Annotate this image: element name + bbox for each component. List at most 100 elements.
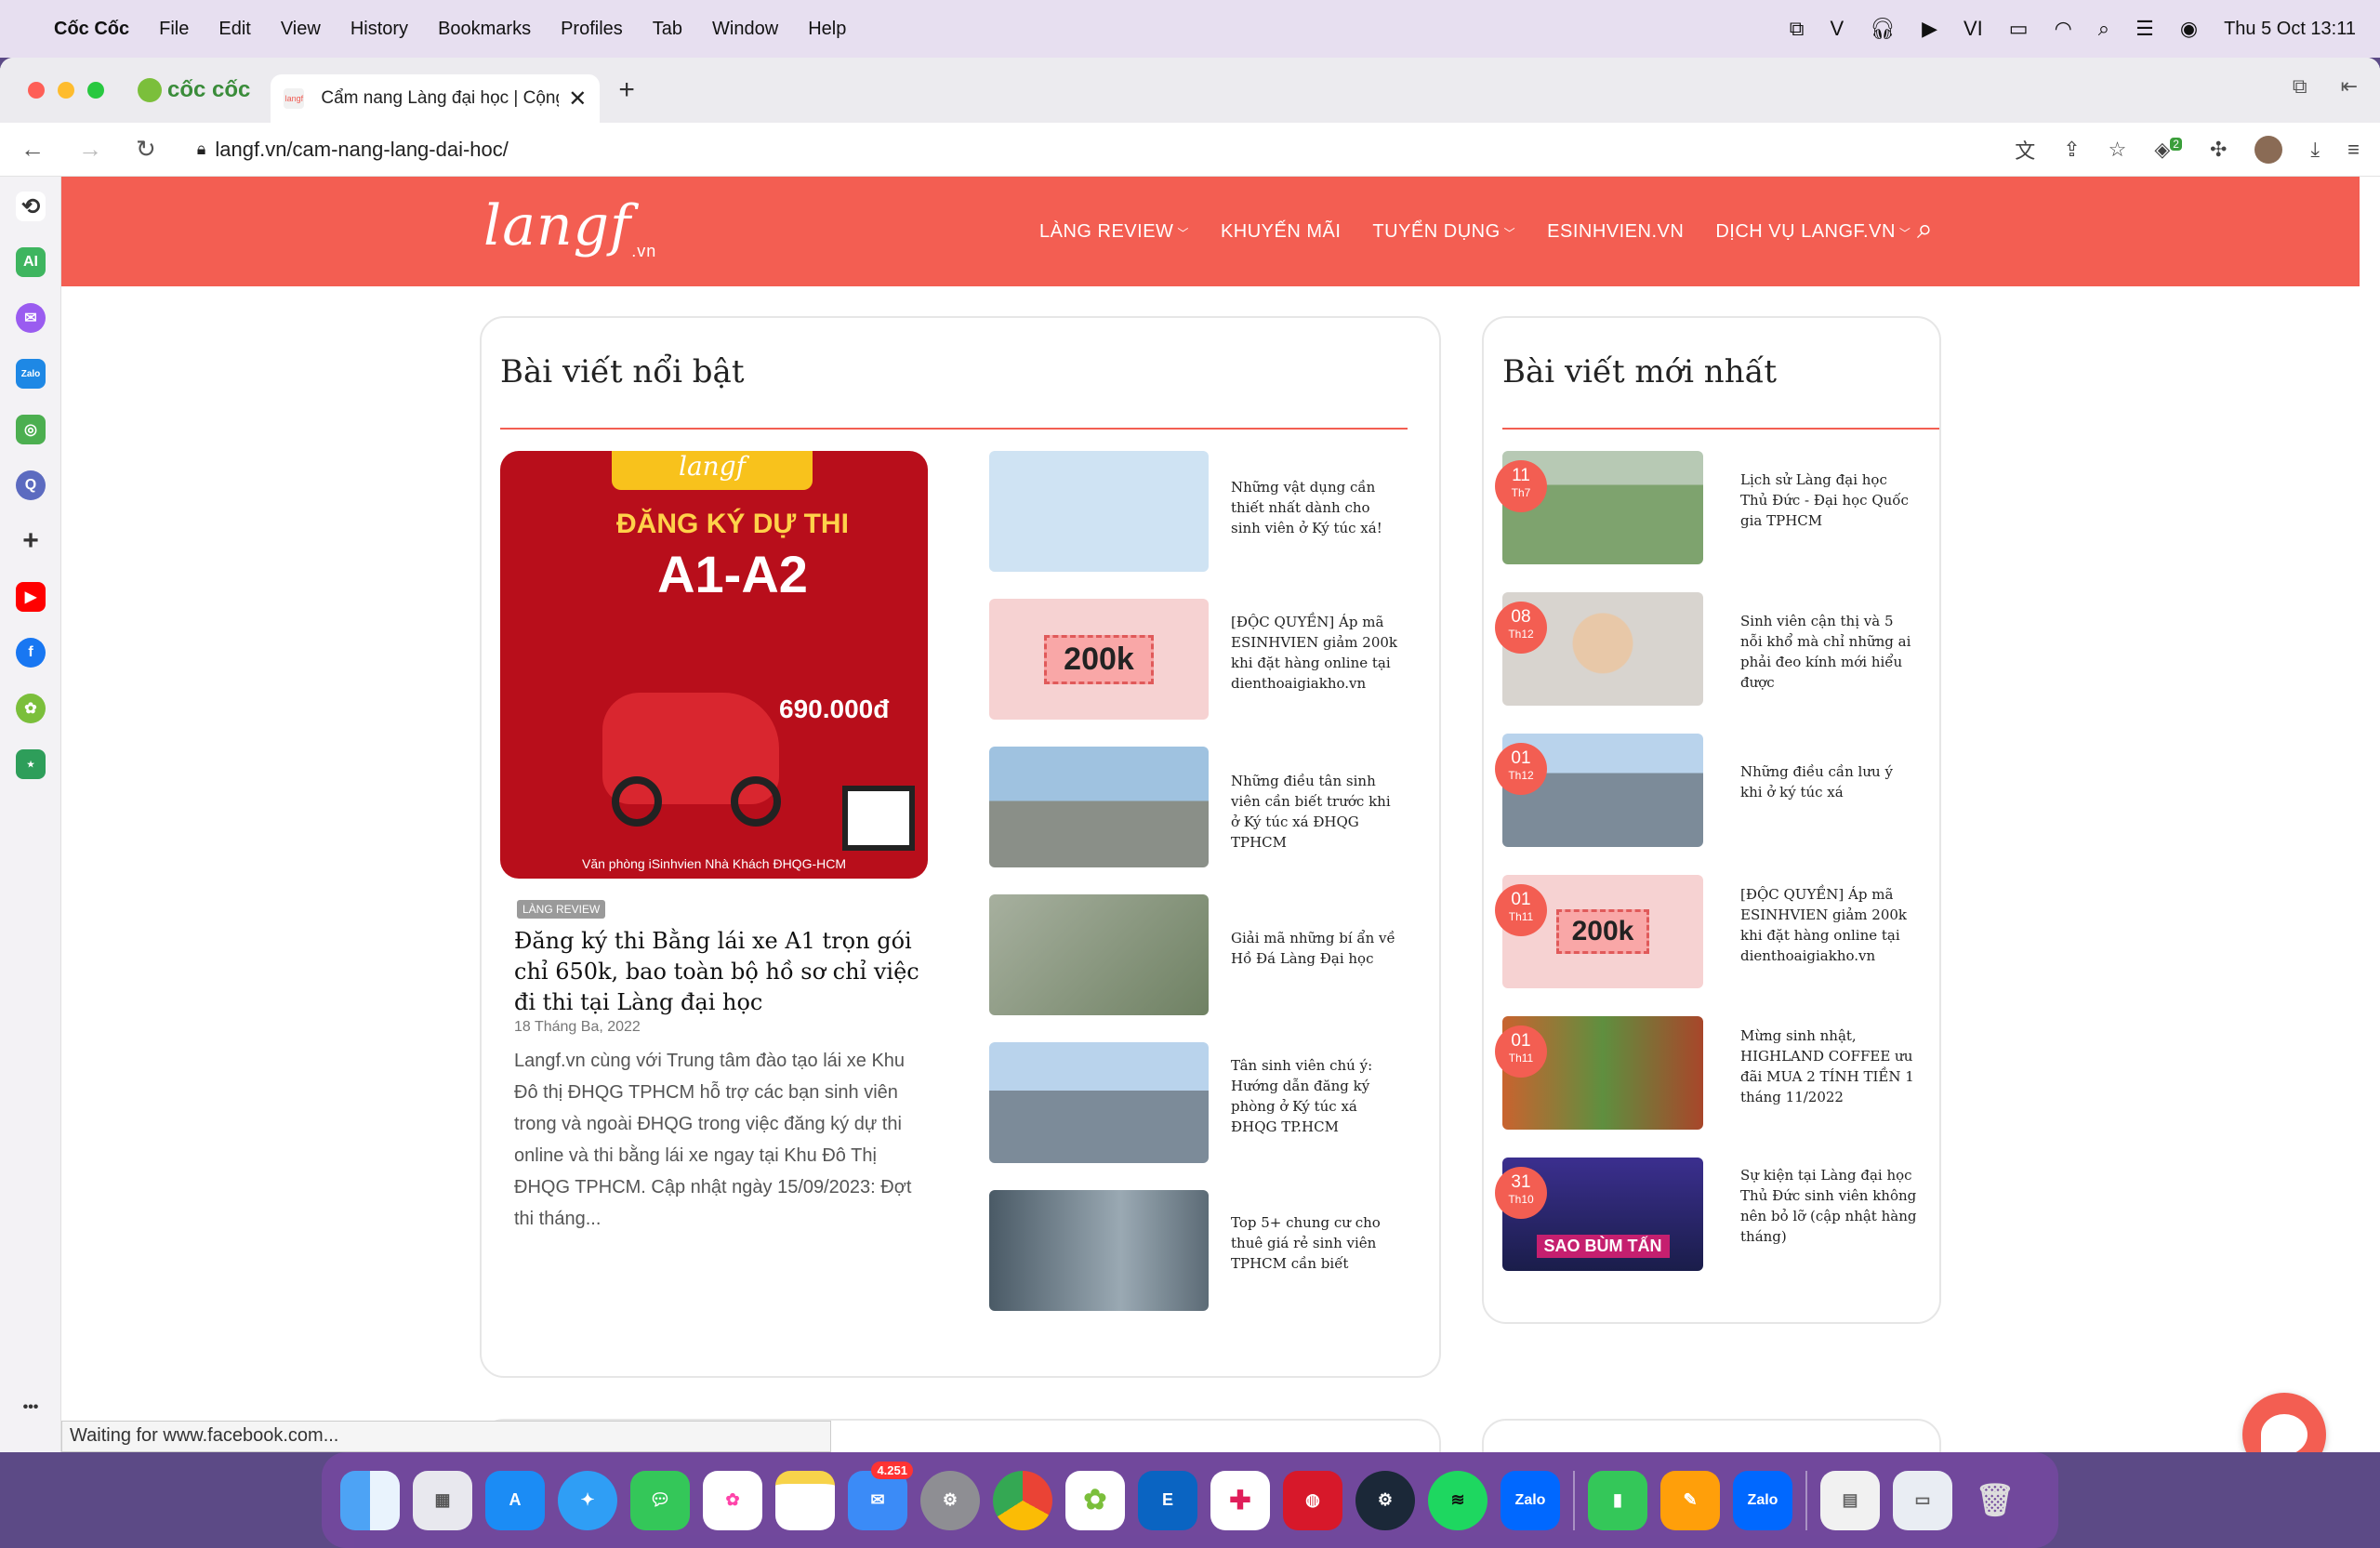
headphones-icon[interactable]: 🎧︎ — [1870, 17, 1896, 41]
latest-list-item[interactable]: 08 Th12 Sinh viên cận thị và 5 nỗi khổ mà… — [1495, 592, 1917, 706]
featured-item-title[interactable]: Những điều tân sinh viên cần biết trước … — [1231, 771, 1398, 867]
messages-icon[interactable]: 💬︎ — [630, 1470, 690, 1530]
trash-icon[interactable]: 🗑︎ — [1965, 1471, 2025, 1530]
menu-tab[interactable]: Tab — [653, 19, 682, 40]
spotlight-search-icon[interactable]: ⌕ — [2098, 17, 2109, 41]
lock-icon[interactable]: 🔒︎ — [197, 139, 206, 159]
add-sidebar-item-icon[interactable]: + — [16, 525, 46, 556]
window-stack-icon[interactable]: ▭ — [1893, 1470, 1952, 1530]
extensions-icon[interactable]: ✣ — [2210, 138, 2227, 162]
featured-item-title[interactable]: Top 5+ chung cư cho thuê giá rẻ sinh viê… — [1231, 1212, 1398, 1311]
menu-history[interactable]: History — [350, 19, 408, 40]
steam-icon[interactable]: ⚙ — [1355, 1470, 1415, 1530]
photos-icon[interactable]: ✿ — [703, 1470, 762, 1530]
app-store-icon[interactable]: A — [485, 1470, 545, 1530]
new-tab-icon[interactable]: + — [618, 74, 635, 106]
url-text[interactable]: langf.vn/cam-nang-lang-dai-hoc/ — [215, 138, 509, 162]
tab-active[interactable]: langf Cẩm nang Làng đại học | Cộng ✕ — [271, 74, 601, 123]
bookmark-star-icon[interactable]: ☆ — [2109, 138, 2127, 162]
latest-item-title[interactable]: Lịch sử Làng đại học Thủ Đức - Đại học Q… — [1740, 470, 1917, 564]
ai-assistant-icon[interactable]: AI — [16, 247, 46, 277]
nav-khuyen-mai[interactable]: KHUYẾN MÃI — [1221, 221, 1341, 243]
tab-search-icon[interactable]: ⧉ — [2293, 74, 2307, 99]
close-window-button[interactable] — [28, 82, 45, 99]
notes-icon[interactable] — [775, 1470, 835, 1530]
menu-icon[interactable]: ≡ — [2347, 138, 2360, 162]
category-tag[interactable]: LÀNG REVIEW — [517, 900, 606, 919]
menubar-clock[interactable]: Thu 5 Oct 13:11 — [2224, 19, 2356, 40]
nav-tuyen-dung[interactable]: TUYỂN DỤNG ﹀ — [1372, 221, 1515, 243]
featured-list-item[interactable]: Những điều tân sinh viên cần biết trước … — [989, 747, 1398, 867]
document-stack-icon[interactable]: ▤ — [1820, 1470, 1880, 1530]
messenger-chat-button[interactable] — [2242, 1393, 2326, 1452]
featured-post-image[interactable]: langf ĐĂNG KÝ DỰ THI A1-A2 690.000đ Văn … — [500, 451, 928, 879]
featured-list-item[interactable]: Tân sinh viên chú ý: Hướng dẫn đăng ký p… — [989, 1042, 1398, 1163]
menu-profiles[interactable]: Profiles — [561, 19, 623, 40]
menu-app-name[interactable]: Cốc Cốc — [54, 19, 129, 40]
zalo-recent-icon[interactable]: Zalo — [1733, 1470, 1792, 1530]
rewards-icon[interactable]: ★ — [16, 749, 46, 779]
address-bar[interactable]: 🔒︎ langf.vn/cam-nang-lang-dai-hoc/ — [197, 138, 509, 162]
youtube-icon[interactable]: ▶ — [16, 582, 46, 612]
featured-post-title[interactable]: Đăng ký thi Bằng lái xe A1 trọn gói chỉ … — [514, 926, 923, 1018]
menu-file[interactable]: File — [159, 19, 189, 40]
site-search-icon[interactable]: ⌕ — [1917, 214, 1933, 245]
coccoc-game-icon[interactable]: ✿ — [16, 694, 46, 723]
download-icon[interactable]: ⤓ — [2310, 138, 2320, 162]
q-app-icon[interactable]: Q — [16, 470, 46, 500]
menu-window[interactable]: Window — [712, 19, 778, 40]
featured-list-item[interactable]: Top 5+ chung cư cho thuê giá rẻ sinh viê… — [989, 1190, 1398, 1311]
finder-icon[interactable] — [340, 1470, 400, 1530]
latest-list-item[interactable]: 01 Th11 Mừng sinh nhật, HIGHLAND COFFEE ư… — [1495, 1016, 1917, 1130]
latest-item-title[interactable]: [ĐỘC QUYỀN] Áp mã ESINHVIEN giảm 200k kh… — [1740, 884, 1917, 988]
nav-dich-vu[interactable]: DỊCH VỤ LANGF.VN ﹀ — [1715, 221, 1911, 243]
nav-lang-review[interactable]: LÀNG REVIEW ﹀ — [1039, 221, 1189, 243]
control-center-icon[interactable]: ☰ — [2135, 17, 2154, 41]
messenger-icon[interactable]: ✉ — [16, 303, 46, 333]
latest-list-item[interactable]: 01 Th12 Những điều cần lưu ý khi ở ký túc… — [1495, 734, 1917, 847]
coccoc-logo[interactable]: cốc cốc — [138, 77, 250, 103]
outlook-icon[interactable]: E — [1138, 1470, 1197, 1530]
pages-icon[interactable]: ✎ — [1660, 1470, 1720, 1530]
reload-icon[interactable]: ↻ — [136, 135, 156, 164]
menu-bookmarks[interactable]: Bookmarks — [438, 19, 531, 40]
numbers-icon[interactable]: ▮ — [1588, 1470, 1647, 1530]
input-language[interactable]: VI — [1964, 17, 1983, 41]
latest-item-title[interactable]: Những điều cần lưu ý khi ở ký túc xá — [1740, 761, 1917, 847]
facebook-icon[interactable]: f — [16, 638, 46, 668]
featured-item-title[interactable]: Tân sinh viên chú ý: Hướng dẫn đăng ký p… — [1231, 1055, 1398, 1163]
more-icon[interactable]: ••• — [16, 1393, 46, 1422]
zalo-icon[interactable]: Zalo — [16, 359, 46, 389]
fingerprint-icon[interactable]: ◍ — [1283, 1470, 1342, 1530]
menu-edit[interactable]: Edit — [218, 19, 250, 40]
featured-item-title[interactable]: Giải mã những bí ẩn về Hồ Đá Làng Đại họ… — [1231, 928, 1398, 1015]
featured-list-item[interactable]: 200k [ĐỘC QUYỀN] Áp mã ESINHVIEN giảm 20… — [989, 599, 1398, 720]
latest-item-title[interactable]: Sự kiện tại Làng đại học Thủ Đức sinh vi… — [1740, 1165, 1917, 1271]
launchpad-icon[interactable]: ▦ — [413, 1470, 472, 1530]
close-tab-icon[interactable]: ✕ — [568, 86, 587, 112]
coccoc-icon[interactable]: ✿ — [1065, 1470, 1125, 1530]
site-logo[interactable]: langf.vn — [483, 193, 656, 261]
back-icon[interactable]: ← — [20, 135, 45, 164]
v-app-icon[interactable]: V — [1830, 17, 1844, 41]
menu-help[interactable]: Help — [808, 19, 846, 40]
sidebar-toggle-icon[interactable]: ⇤ — [2341, 74, 2358, 99]
system-settings-icon[interactable]: ⚙ — [920, 1470, 980, 1530]
wifi-icon[interactable]: ◠ — [2055, 17, 2072, 41]
latest-list-item[interactable]: 200k 01 Th11 [ĐỘC QUYỀN] Áp mã ESINHVIEN … — [1495, 875, 1917, 988]
adblock-icon[interactable]: ◈ 2 — [2154, 138, 2182, 162]
zalo-dock-icon[interactable]: Zalo — [1501, 1470, 1560, 1530]
profile-avatar[interactable] — [2254, 135, 2283, 164]
screen-capture-icon[interactable]: ⧉ — [1790, 17, 1805, 41]
featured-list-item[interactable]: Giải mã những bí ẩn về Hồ Đá Làng Đại họ… — [989, 894, 1398, 1015]
spotify-icon[interactable]: ≋ — [1428, 1470, 1488, 1530]
latest-item-title[interactable]: Mừng sinh nhật, HIGHLAND COFFEE ưu đãi M… — [1740, 1025, 1917, 1130]
menu-view[interactable]: View — [281, 19, 321, 40]
zoom-window-button[interactable] — [87, 82, 104, 99]
nav-esinhvien[interactable]: ESINHVIEN.VN — [1547, 221, 1684, 243]
battery-icon[interactable]: ▭ — [2009, 17, 2029, 41]
siri-icon[interactable]: ◉ — [2180, 17, 2198, 41]
latest-list-item[interactable]: 11 Th7 Lịch sử Làng đại học Thủ Đức - Đại… — [1495, 451, 1917, 564]
play-icon[interactable]: ▶ — [1922, 17, 1937, 41]
chrome-icon[interactable] — [993, 1470, 1052, 1530]
